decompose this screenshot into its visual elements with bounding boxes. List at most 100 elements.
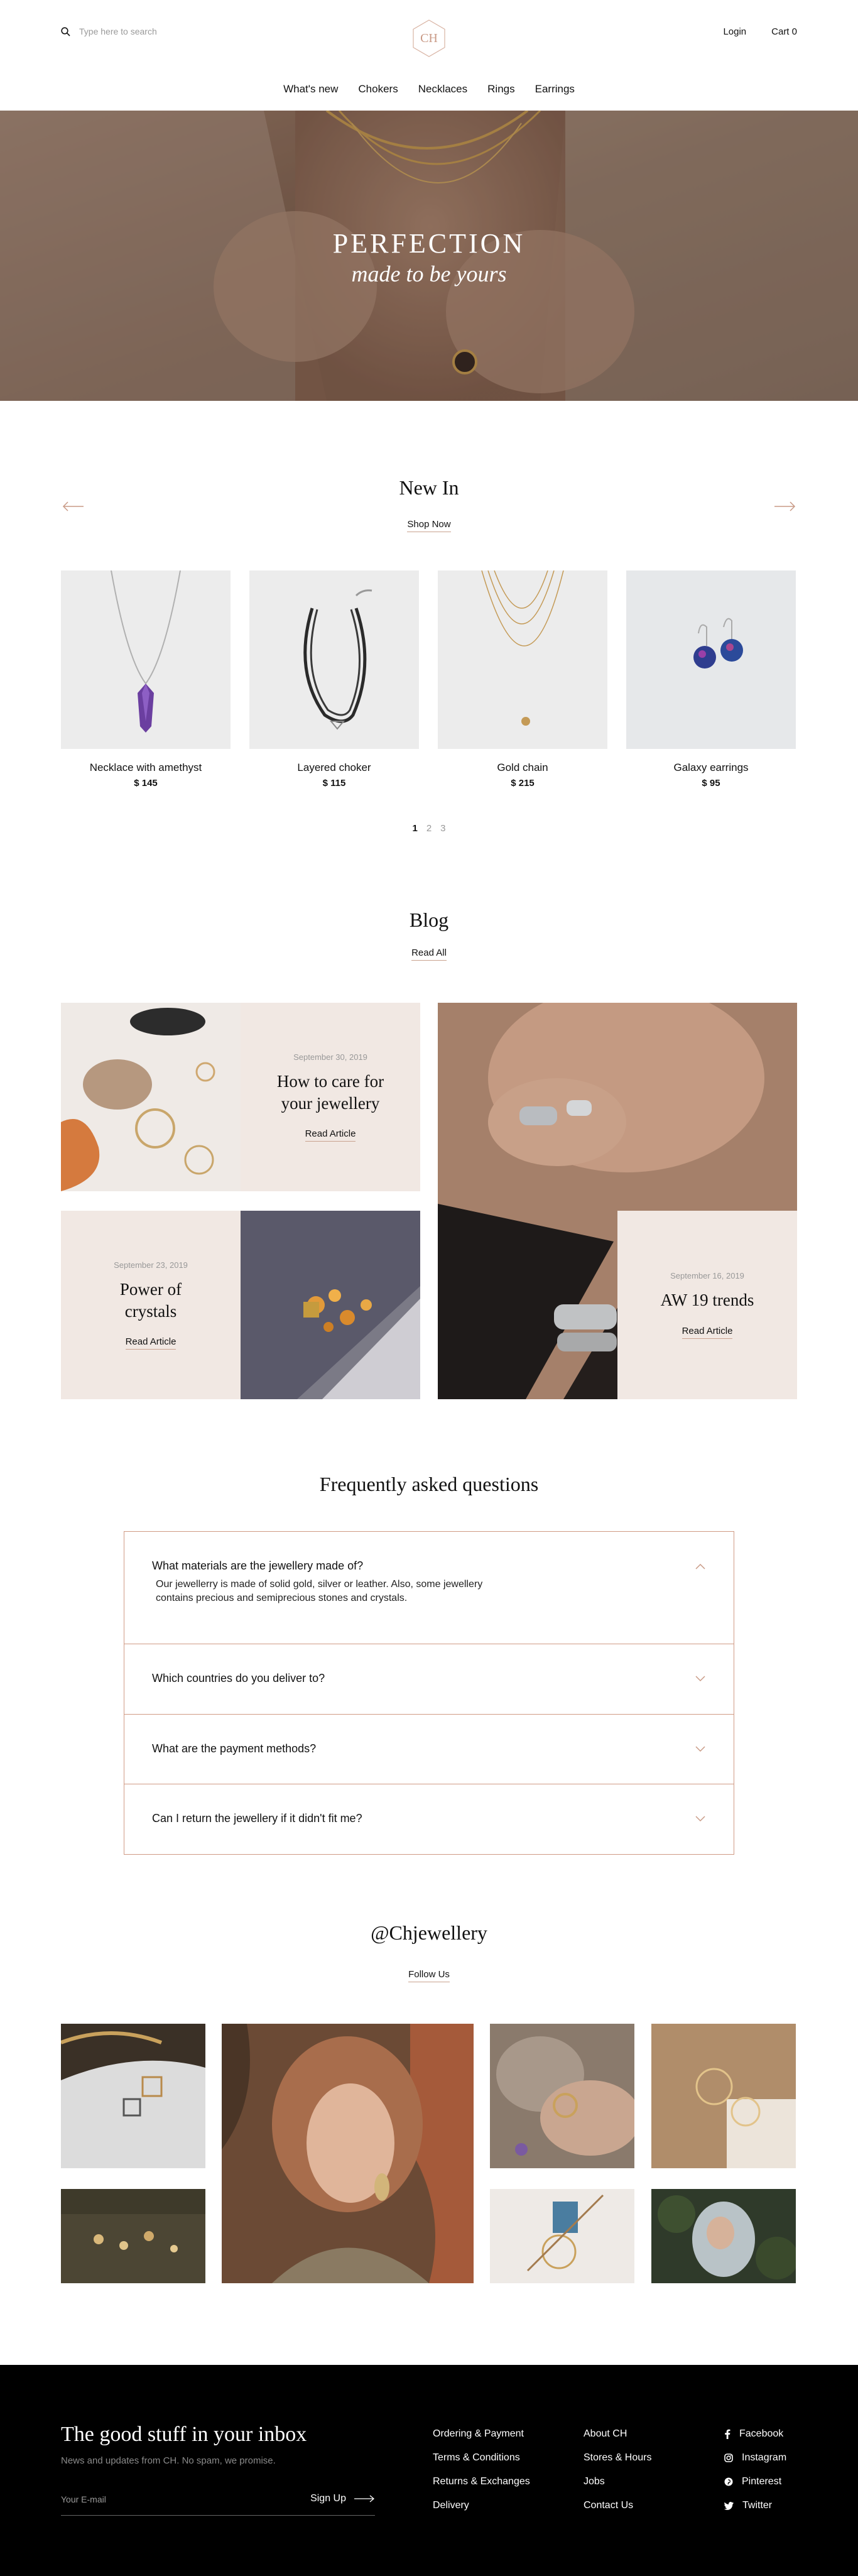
footer-social-col: Facebook Instagram Pinterest Twitter [724,2428,786,2511]
social-label: Twitter [742,2500,773,2511]
instagram-handle: @Chjewellery [371,1921,487,1944]
footer-link[interactable]: About CH [584,2428,651,2440]
search-input[interactable] [79,26,205,36]
blog-card[interactable]: September 23, 2019 Power of crystals Rea… [61,1211,241,1399]
social-label: Pinterest [742,2476,782,2487]
footer-link[interactable]: Delivery [433,2500,530,2511]
instagram-photo[interactable] [61,2189,205,2283]
faq-accordion: What materials are the jewellery made of… [124,1531,734,1855]
footer-link[interactable]: Contact Us [584,2500,651,2511]
blog-date: September 23, 2019 [114,1260,188,1270]
blog-image-crystals[interactable] [241,1211,420,1399]
product-image-layered-choker[interactable] [249,570,419,749]
arrow-right-icon[interactable] [772,500,797,513]
social-label: Facebook [739,2428,784,2439]
search-icon[interactable] [61,26,70,36]
instagram-photo[interactable] [61,2024,205,2168]
main-nav: What's new Chokers Necklaces Rings Earri… [0,83,858,96]
product-name[interactable]: Gold chain [438,761,607,774]
product-card[interactable]: Necklace with amethyst $ 145 [61,570,231,789]
product-price: $ 145 [134,778,158,789]
footer-link[interactable]: Returns & Exchanges [433,2476,530,2487]
chevron-down-icon[interactable] [695,1746,706,1752]
product-image-amethyst-necklace[interactable] [61,570,231,749]
page-1[interactable]: 1 [412,823,417,834]
shop-now-link[interactable]: Shop Now [407,519,451,532]
footer-link[interactable]: Terms & Conditions [433,2452,530,2464]
read-all-link[interactable]: Read All [411,947,447,961]
hero-banner: PERFECTION made to be yours [0,111,858,401]
chevron-up-icon[interactable] [695,1563,706,1569]
faq-question[interactable]: Can I return the jewellery if it didn't … [152,1812,706,1825]
faq-item[interactable]: Can I return the jewellery if it didn't … [124,1784,734,1854]
instagram-photo[interactable] [222,2024,474,2283]
social-twitter[interactable]: Twitter [724,2500,786,2511]
instagram-photo[interactable] [651,2189,796,2283]
page-2[interactable]: 2 [426,823,432,834]
cart-link[interactable]: Cart 0 [771,26,797,37]
nav-item-chokers[interactable]: Chokers [358,83,398,96]
product-name[interactable]: Necklace with amethyst [61,761,231,774]
blog-card[interactable]: September 16, 2019 AW 19 trends Read Art… [617,1211,797,1399]
twitter-icon [724,2501,734,2510]
chevron-down-icon[interactable] [695,1816,706,1822]
product-name[interactable]: Galaxy earrings [626,761,796,774]
social-instagram[interactable]: Instagram [724,2452,786,2464]
product-price: $ 215 [511,778,535,789]
logo[interactable]: CH [410,19,448,58]
social-pinterest[interactable]: Pinterest [724,2476,786,2487]
logo-text: CH [420,31,438,45]
chevron-down-icon[interactable] [695,1676,706,1682]
faq-item[interactable]: What materials are the jewellery made of… [124,1532,734,1644]
nav-item-earrings[interactable]: Earrings [535,83,575,96]
blog-post-title[interactable]: Power of crystals [100,1279,201,1323]
faq-question[interactable]: What are the payment methods? [152,1742,706,1755]
login-link[interactable]: Login [723,26,746,37]
instagram-photo[interactable] [490,2189,634,2283]
nav-item-necklaces[interactable]: Necklaces [418,83,467,96]
search-bar[interactable] [61,26,205,36]
instagram-photo[interactable] [490,2024,634,2168]
hero-subtitle: made to be yours [351,261,507,287]
blog-post-title[interactable]: AW 19 trends [661,1289,754,1311]
hero-title: PERFECTION [332,228,526,259]
blog-card[interactable]: September 30, 2019 How to care for your … [241,1003,420,1191]
blog-title: Blog [409,909,449,931]
faq-answer: Our jewellerry is made of solid gold, si… [156,1579,483,1604]
sign-up-button[interactable]: Sign Up [310,2493,375,2504]
blog-post-title[interactable]: How to care for your jewellery [268,1071,393,1115]
read-article-link[interactable]: Read Article [125,1336,176,1350]
faq-item[interactable]: What are the payment methods? [124,1715,734,1784]
email-field[interactable] [61,2494,249,2504]
footer-link[interactable]: Jobs [584,2476,651,2487]
product-card[interactable]: Gold chain $ 215 [438,570,607,789]
product-image-gold-chain[interactable] [438,570,607,749]
site-footer: The good stuff in your inbox News and up… [0,2365,858,2576]
instagram-photo[interactable] [651,2024,796,2168]
blog-image-jewellery-care[interactable] [61,1003,241,1191]
social-facebook[interactable]: Facebook [724,2428,786,2440]
product-image-galaxy-earrings[interactable] [626,570,796,749]
follow-us-link[interactable]: Follow Us [408,1969,450,1982]
footer-link[interactable]: Stores & Hours [584,2452,651,2464]
read-article-link[interactable]: Read Article [305,1128,356,1142]
nav-item-whats-new[interactable]: What's new [283,83,338,96]
page-3[interactable]: 3 [440,823,445,834]
new-in-title: New In [399,476,459,499]
footer-link[interactable]: Ordering & Payment [433,2428,530,2440]
product-card[interactable]: Layered choker $ 115 [249,570,419,789]
sign-up-label: Sign Up [310,2493,346,2504]
read-article-link[interactable]: Read Article [682,1326,733,1339]
product-price: $ 95 [702,778,720,789]
newsletter-form: Sign Up [61,2493,375,2516]
product-card[interactable]: Galaxy earrings $ 95 [626,570,796,789]
faq-item[interactable]: Which countries do you deliver to? [124,1644,734,1715]
nav-item-rings[interactable]: Rings [487,83,514,96]
faq-question[interactable]: What materials are the jewellery made of… [152,1559,706,1573]
faq-question[interactable]: Which countries do you deliver to? [152,1672,706,1685]
blog-date: September 16, 2019 [670,1271,744,1281]
footer-links-col1: Ordering & Payment Terms & Conditions Re… [433,2428,530,2511]
arrow-left-icon[interactable] [61,500,86,513]
product-name[interactable]: Layered choker [249,761,419,774]
product-price: $ 115 [322,778,346,789]
